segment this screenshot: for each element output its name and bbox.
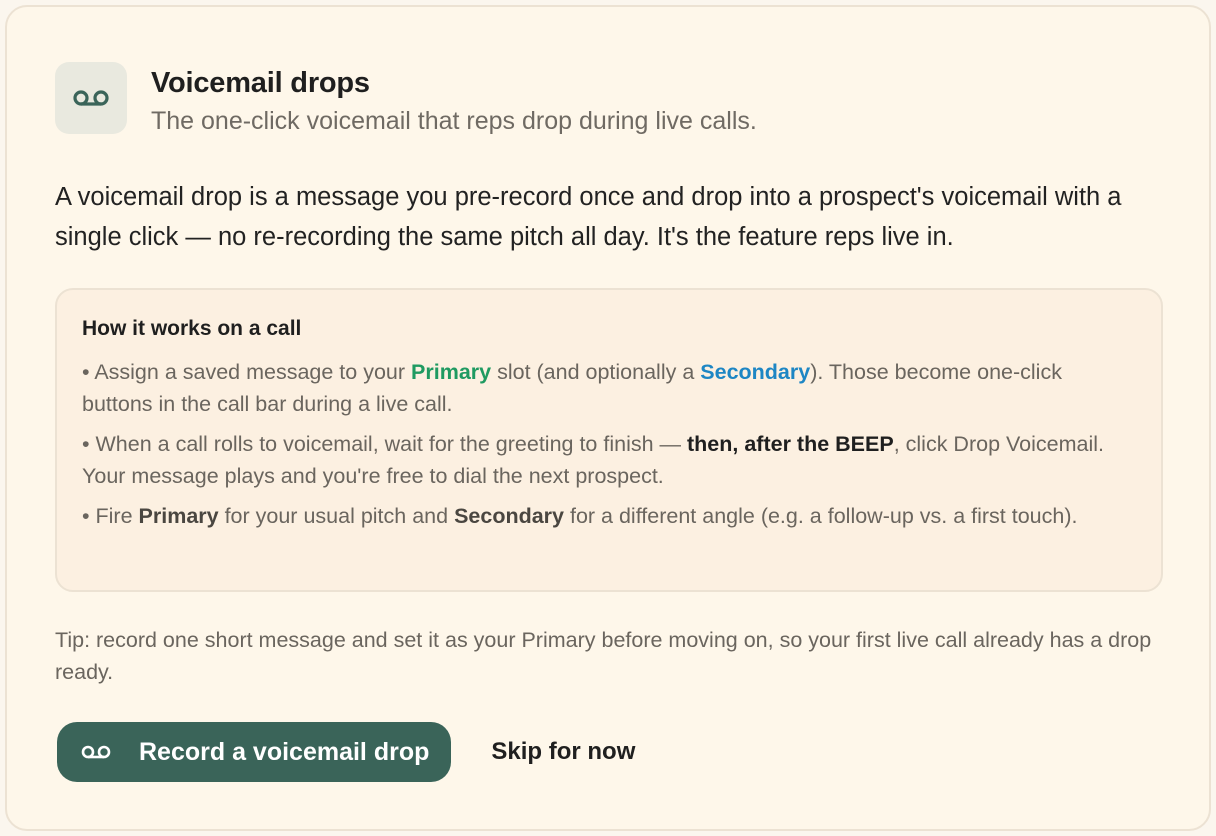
bullet-text: • When a call rolls to voicemail, wait f…: [82, 432, 688, 456]
bullet-text: • Fire: [82, 504, 139, 528]
how-it-works-bullet-1: • Assign a saved message to your Primary…: [82, 356, 1135, 420]
record-voicemail-drop-button[interactable]: Record a voicemail drop: [57, 722, 452, 782]
bullet-text: for a different angle (e.g. a follow-up …: [564, 504, 1078, 528]
record-button-label: Record a voicemail drop: [139, 737, 430, 766]
how-it-works-panel: How it works on a call • Assign a saved …: [55, 288, 1163, 592]
header-text: Voicemail drops The one-click voicemail …: [151, 64, 757, 138]
secondary-emphasis: Secondary: [454, 504, 564, 528]
beep-emphasis: then, after the BEEP: [687, 432, 894, 456]
voicemail-icon: [73, 90, 109, 106]
how-it-works-bullet-2: • When a call rolls to voicemail, wait f…: [82, 428, 1135, 492]
voicemail-icon-tile: [55, 62, 127, 134]
bullet-text: • Assign a saved message to your: [82, 360, 412, 384]
primary-emphasis: Primary: [138, 504, 219, 528]
actions-row: Record a voicemail drop Skip for now: [57, 722, 635, 782]
secondary-highlight: Secondary: [700, 360, 811, 384]
primary-highlight: Primary: [411, 360, 492, 384]
intro-paragraph: A voicemail drop is a message you pre-re…: [55, 183, 1122, 251]
voicemail-icon: [81, 744, 111, 760]
page-subtitle: The one-click voicemail that reps drop d…: [151, 107, 757, 135]
voicemail-drops-card: Voicemail drops The one-click voicemail …: [5, 5, 1211, 831]
skip-for-now-button[interactable]: Skip for now: [491, 738, 635, 766]
bullet-text: for your usual pitch and: [218, 504, 455, 528]
page-title: Voicemail drops: [151, 67, 370, 99]
how-it-works-bullet-3: • Fire Primary for your usual pitch and …: [82, 500, 1135, 532]
bullet-text: slot (and optionally a: [491, 360, 701, 384]
header: Voicemail drops The one-click voicemail …: [55, 62, 757, 138]
how-it-works-title: How it works on a call: [82, 317, 302, 340]
tip-text: Tip: record one short message and set it…: [55, 628, 1152, 684]
